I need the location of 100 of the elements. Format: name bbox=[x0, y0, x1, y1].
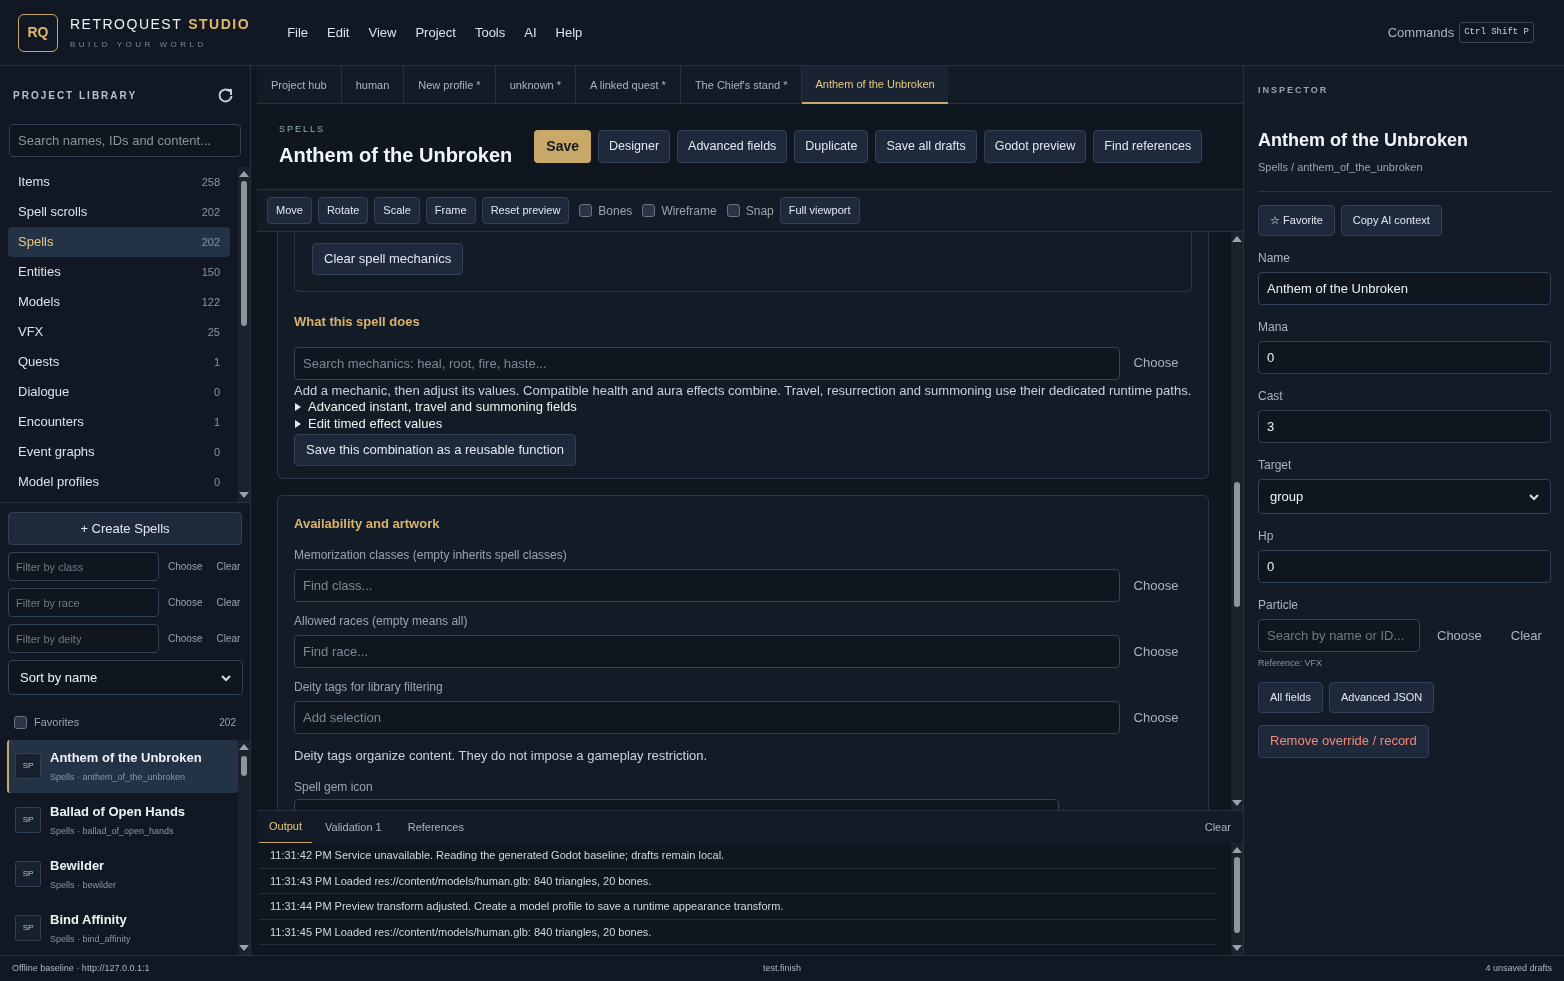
filter-field[interactable]: Filter by deity bbox=[8, 624, 159, 653]
record-path: Spells / anthem_of_the_unbroken bbox=[1258, 159, 1424, 175]
action-button[interactable]: Find references bbox=[1093, 130, 1203, 163]
choose-link[interactable]: Choose bbox=[1120, 641, 1192, 662]
type-badge: SP bbox=[15, 753, 41, 780]
editor-tab[interactable]: New profile * bbox=[404, 66, 496, 104]
record-path: Spells · anthem_of_the_unbroken bbox=[50, 770, 187, 784]
choose-link[interactable]: Choose bbox=[1120, 707, 1192, 728]
category-item[interactable]: VFX 25 bbox=[8, 317, 230, 347]
record-item[interactable]: SP Ballad of Open Hands Spells · ballad_of_open_hands bbox=[7, 793, 238, 848]
menu-item[interactable]: File bbox=[287, 22, 309, 43]
category-item[interactable]: Quests 1 bbox=[8, 347, 230, 377]
clear-link[interactable]: Clear bbox=[216, 559, 241, 574]
input-field[interactable]: Add selection bbox=[294, 701, 1120, 734]
create-button[interactable]: + Create Spells bbox=[8, 512, 242, 545]
menu-item[interactable]: Help bbox=[555, 22, 583, 43]
clear-link[interactable]: Clear bbox=[1204, 818, 1231, 836]
input-field[interactable]: 0 bbox=[1258, 341, 1551, 374]
disclosure-toggle[interactable]: Edit timed effect values bbox=[294, 415, 1192, 433]
field-label: Memorization classes (empty inherits spell classes) bbox=[294, 547, 568, 564]
select-dropdown[interactable]: group bbox=[1258, 479, 1551, 514]
category-item[interactable]: Spell scrolls 202 bbox=[8, 197, 230, 227]
menu-item[interactable]: Tools bbox=[474, 22, 506, 43]
search-field[interactable]: Search mechanics: heal, root, fire, haste... bbox=[294, 346, 1120, 380]
sort-dropdown[interactable]: Sort by name bbox=[8, 660, 243, 695]
action-button[interactable]: Duplicate bbox=[794, 130, 869, 163]
choose-link[interactable]: Choose bbox=[1120, 575, 1192, 596]
toolbar-button[interactable]: Full viewport bbox=[779, 197, 860, 224]
commands-label[interactable]: Commands bbox=[1387, 22, 1455, 43]
checkbox-label: Bones bbox=[598, 202, 633, 220]
disclosure-toggle[interactable]: Advanced instant, travel and summoning fields bbox=[294, 398, 1192, 416]
choose-link[interactable]: Choose bbox=[168, 595, 203, 610]
help-text: Add a mechanic, then adjust its values. Compatible health and aura effects combine. Travel, resurrection and summoning use their dedicated runtime paths. bbox=[294, 382, 1192, 399]
editor-tab[interactable]: Anthem of the Unbroken bbox=[802, 66, 948, 104]
action-button[interactable]: Advanced fields bbox=[677, 130, 788, 163]
input-field[interactable]: Find class... bbox=[294, 569, 1120, 602]
brand-name: RETROQUEST bbox=[70, 15, 183, 34]
output-tab[interactable]: Validation 1 bbox=[312, 810, 395, 844]
input-field[interactable]: Find race... bbox=[294, 635, 1120, 668]
toolbar-button[interactable]: Move bbox=[267, 197, 312, 224]
toolbar-button[interactable]: Rotate bbox=[317, 197, 369, 224]
filter-field[interactable]: Filter by race bbox=[8, 588, 159, 617]
clear-button[interactable]: Clear spell mechanics bbox=[312, 243, 464, 275]
panel-title: PROJECT LIBRARY bbox=[13, 88, 138, 103]
editor-tab[interactable]: unknown * bbox=[495, 66, 577, 104]
choose-link[interactable]: Choose bbox=[1120, 353, 1192, 373]
category-item[interactable]: Models 122 bbox=[8, 287, 230, 317]
category-item[interactable]: Dialogue 0 bbox=[8, 377, 230, 407]
log-line: 11:31:44 PM Preview transform adjusted. Create a model profile to save a runtime appearance transform. bbox=[259, 894, 1217, 920]
type-badge: SP bbox=[15, 915, 41, 942]
category-item[interactable]: Items 258 bbox=[8, 167, 230, 197]
category-item[interactable]: Event graphs 0 bbox=[8, 437, 230, 467]
clear-link[interactable]: Clear bbox=[1510, 625, 1542, 646]
log-line: 11:31:45 PM Loaded res://content/models/human.glb: 840 triangles, 20 bones. bbox=[259, 919, 1217, 945]
toolbar-button[interactable]: Reset preview bbox=[481, 197, 570, 224]
record-item[interactable]: SP Bind Affinity Spells · bind_affinity bbox=[7, 901, 238, 955]
action-button[interactable]: ☆ Favorite bbox=[1258, 205, 1335, 236]
action-button[interactable]: Save all drafts bbox=[875, 130, 977, 163]
category-item[interactable]: Encounters 1 bbox=[8, 407, 230, 437]
action-button[interactable]: Designer bbox=[598, 130, 671, 163]
choose-link[interactable]: Choose bbox=[1437, 625, 1482, 646]
filter-field[interactable]: Filter by class bbox=[8, 552, 159, 581]
input-field[interactable]: Search by name or ID... bbox=[1258, 619, 1420, 652]
toolbar-button[interactable]: Scale bbox=[374, 197, 420, 224]
input-field[interactable]: Anthem of the Unbroken bbox=[1258, 272, 1551, 305]
category-item[interactable]: Entities 150 bbox=[8, 257, 230, 287]
save-function-button[interactable]: Save this combination as a reusable function bbox=[294, 433, 576, 466]
action-button[interactable]: Godot preview bbox=[983, 130, 1087, 163]
search-field[interactable]: Search names, IDs and content... bbox=[9, 124, 241, 157]
record-path: Spells · bewilder bbox=[50, 878, 117, 892]
category-item[interactable]: Spells 202 bbox=[8, 227, 230, 257]
input-field[interactable]: 3 bbox=[1258, 410, 1551, 443]
toolbar-button[interactable]: Frame bbox=[425, 197, 476, 224]
record-name: Ballad of Open Hands bbox=[50, 803, 186, 822]
record-item[interactable]: SP Bewilder Spells · bewilder bbox=[7, 847, 238, 902]
category-item[interactable]: Model profiles 0 bbox=[8, 467, 230, 497]
remove-button[interactable]: Remove override / record bbox=[1258, 724, 1429, 758]
clear-link[interactable]: Clear bbox=[216, 631, 241, 646]
menu-item[interactable]: Project bbox=[415, 22, 456, 43]
output-tab[interactable]: References bbox=[394, 810, 477, 844]
inspector-title: Anthem of the Unbroken bbox=[1258, 128, 1469, 152]
clear-link[interactable]: Clear bbox=[216, 595, 241, 610]
reference-note: Reference: VFX bbox=[1258, 657, 1324, 670]
action-button[interactable]: Advanced JSON bbox=[1328, 681, 1435, 713]
record-item[interactable]: SP Anthem of the Unbroken Spells · anthem_of_the_unbroken bbox=[7, 739, 238, 794]
choose-link[interactable]: Choose bbox=[168, 559, 203, 574]
menu-item[interactable]: AI bbox=[524, 22, 537, 43]
editor-tab[interactable]: human bbox=[341, 66, 405, 104]
choose-link[interactable]: Choose bbox=[168, 631, 203, 646]
editor-tab[interactable]: Project hub bbox=[257, 66, 342, 104]
record-path: Spells · bind_affinity bbox=[50, 932, 131, 946]
input-field[interactable]: 0 bbox=[1258, 550, 1551, 583]
category-label: SPELLS bbox=[279, 122, 327, 136]
field-label: Target bbox=[1258, 457, 1293, 474]
action-button[interactable]: Copy AI context bbox=[1340, 205, 1442, 236]
menu-item[interactable]: View bbox=[368, 22, 397, 43]
action-button[interactable]: All fields bbox=[1258, 681, 1323, 713]
save-button[interactable]: Save bbox=[534, 130, 592, 163]
editor-tab[interactable]: A linked quest * bbox=[576, 66, 681, 104]
menu-item[interactable]: Edit bbox=[327, 22, 350, 43]
